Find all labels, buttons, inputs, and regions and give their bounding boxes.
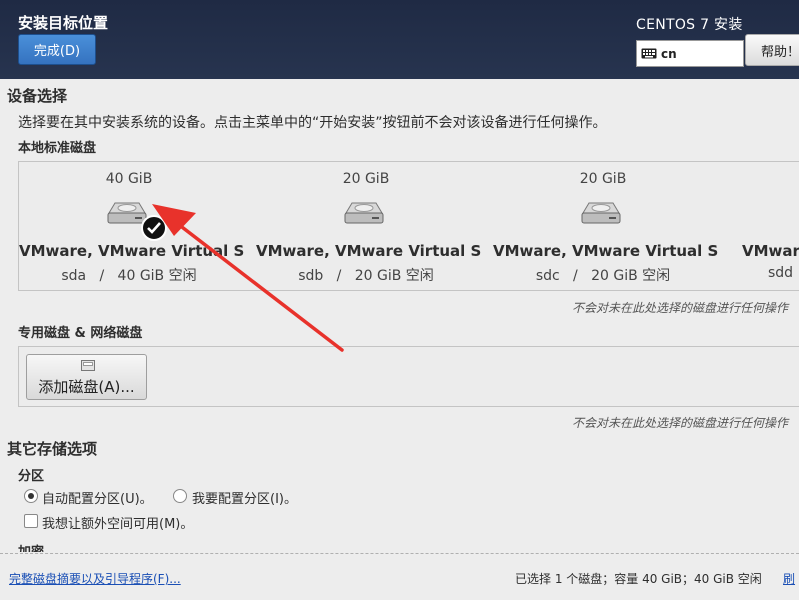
disk-info: sdd xyxy=(768,265,794,281)
selected-check-icon xyxy=(141,215,167,241)
header-bar: 安装目标位置 完成(D) CENTOS 7 安装 cn 帮助！ xyxy=(0,0,799,79)
page-title: 安装目标位置 xyxy=(18,14,109,32)
manual-partition-label[interactable]: 我要配置分区(I)。 xyxy=(192,488,297,507)
special-disks-note: 不会对未在此处选择的磁盘进行任何操作 xyxy=(572,416,789,430)
local-disks-note: 不会对未在此处选择的磁盘进行任何操作 xyxy=(572,301,789,315)
hard-drive-icon xyxy=(579,199,623,231)
special-disks-label: 专用磁盘 & 网络磁盘 xyxy=(18,326,143,341)
disk-sdd[interactable]: VMware sdd xyxy=(724,162,799,290)
selection-status: 已选择 1 个磁盘；容量 40 GiB；40 GiB 空闲 xyxy=(515,572,762,586)
auto-partition-radio[interactable] xyxy=(24,489,38,503)
extra-space-checkbox[interactable] xyxy=(24,514,38,528)
local-disks-panel: 40 GiB VMware, VMware Virtual S sda / 40… xyxy=(18,161,799,291)
local-disks-label: 本地标准磁盘 xyxy=(18,141,97,156)
disk-add-icon xyxy=(81,360,95,371)
disk-sdb[interactable]: 20 GiB VMware, VMware Virtual S sdb / 20… xyxy=(256,162,482,290)
keyboard-icon xyxy=(641,48,657,59)
disk-info: sdb / 20 GiB 空闲 xyxy=(298,268,434,284)
disk-model: VMware, VMware Virtual S xyxy=(256,242,482,260)
disk-sda[interactable]: 40 GiB VMware, VMware Virtual S sda / 40… xyxy=(19,162,245,290)
add-disk-label: 添加磁盘(A)... xyxy=(38,378,135,396)
add-disk-button[interactable]: 添加磁盘(A)... xyxy=(26,354,147,400)
disk-info: sda / 40 GiB 空闲 xyxy=(61,268,197,284)
other-storage-title: 其它存储选项 xyxy=(7,440,98,458)
refresh-link[interactable]: 刷 xyxy=(783,570,795,587)
extra-space-label[interactable]: 我想让额外空间可用(M)。 xyxy=(42,513,193,532)
help-button[interactable]: 帮助！ xyxy=(745,34,799,66)
special-disks-panel: 添加磁盘(A)... xyxy=(18,346,799,407)
manual-partition-radio[interactable] xyxy=(173,489,187,503)
disk-info: sdc / 20 GiB 空闲 xyxy=(535,268,671,284)
device-selection-title: 设备选择 xyxy=(7,87,68,105)
disk-size: 20 GiB xyxy=(579,171,627,187)
partition-label: 分区 xyxy=(18,469,45,484)
disk-model: VMware xyxy=(742,242,799,260)
keyboard-layout-label: cn xyxy=(661,46,677,61)
disk-model: VMware, VMware Virtual S xyxy=(19,242,245,260)
device-selection-description: 选择要在其中安装系统的设备。点击主菜单中的“开始安装”按钮前不会对该设备进行任何… xyxy=(18,115,607,131)
done-button[interactable]: 完成(D) xyxy=(18,34,96,65)
product-title: CENTOS 7 安装 xyxy=(636,17,743,33)
keyboard-layout-indicator[interactable]: cn xyxy=(636,40,744,67)
hard-drive-icon xyxy=(342,199,386,231)
disk-size: 20 GiB xyxy=(342,171,390,187)
disk-model: VMware, VMware Virtual S xyxy=(493,242,719,260)
auto-partition-label[interactable]: 自动配置分区(U)。 xyxy=(42,488,153,507)
disk-sdc[interactable]: 20 GiB VMware, VMware Virtual S sdc / 20… xyxy=(493,162,719,290)
full-disk-summary-link[interactable]: 完整磁盘摘要以及引导程序(F)... xyxy=(9,570,181,587)
footer-bar: 完整磁盘摘要以及引导程序(F)... 已选择 1 个磁盘；容量 40 GiB；4… xyxy=(0,553,799,600)
disk-size: 40 GiB xyxy=(105,171,153,187)
encryption-label: 加密 xyxy=(18,541,44,552)
